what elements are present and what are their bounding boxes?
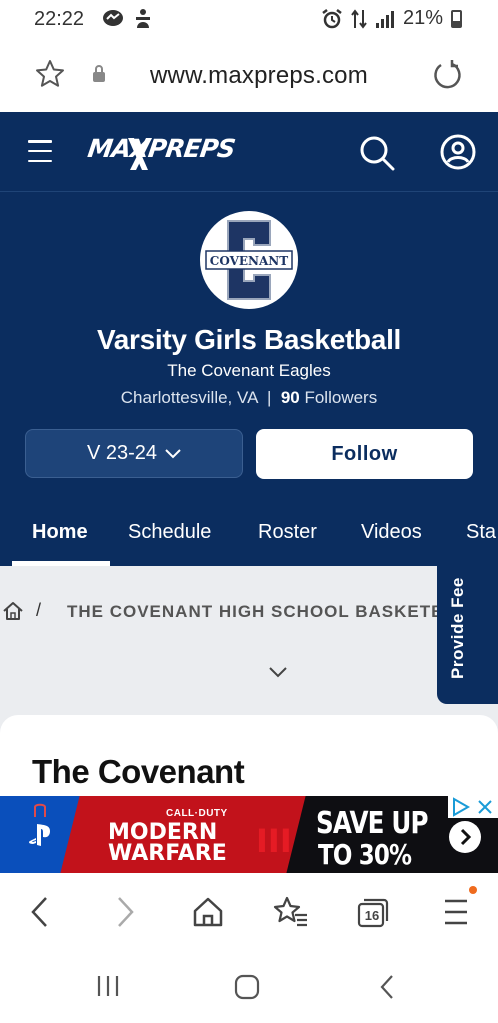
- account-icon[interactable]: [438, 132, 478, 172]
- home-breadcrumb-icon[interactable]: [2, 601, 24, 621]
- provide-feedback-tab[interactable]: Provide Fee: [437, 566, 498, 704]
- ad-brand-small: CALL·DUTY: [166, 808, 228, 819]
- chevron-down-icon[interactable]: [268, 666, 288, 678]
- ad-title-line2: WARFARE: [108, 841, 227, 866]
- tab-videos[interactable]: Videos: [361, 521, 422, 544]
- ad-choices-icon[interactable]: [450, 797, 472, 817]
- url-text[interactable]: www.maxpreps.com: [150, 62, 368, 90]
- maxpreps-logo[interactable]: MAXPREPS: [85, 132, 238, 174]
- team-location: Charlottesville, VA: [120, 388, 258, 407]
- url-bar: www.maxpreps.com: [0, 40, 498, 112]
- content-card: The Covenant: [0, 715, 498, 796]
- playstation-icon: [29, 824, 50, 846]
- team-title: Varsity Girls Basketball: [96, 324, 402, 355]
- team-logo-text: COVENANT: [210, 254, 288, 268]
- chevron-right-icon: [460, 828, 472, 846]
- status-right: 21%: [321, 7, 462, 30]
- ad-close-controls[interactable]: [448, 796, 498, 818]
- close-icon[interactable]: [475, 797, 495, 817]
- team-banner: COVENANT Varsity Girls Basketball The Co…: [0, 192, 498, 566]
- chevron-down-icon: [165, 448, 181, 458]
- bookmarks-icon[interactable]: [273, 895, 309, 929]
- ad-banner[interactable]: CALL·DUTY MODERN WARFARE III SAVE UP TO …: [0, 796, 498, 873]
- status-bar: 22:22 21%: [0, 0, 498, 40]
- tab-count: 16: [364, 908, 380, 923]
- battery-percent: 21%: [402, 7, 443, 29]
- breadcrumb[interactable]: THE COVENANT HIGH SCHOOL BASKETBALL: [67, 602, 480, 622]
- notification-dot: [469, 886, 477, 894]
- ad-title-numeral: III: [256, 822, 292, 860]
- meta-separator: |: [266, 388, 272, 407]
- back-icon[interactable]: [28, 895, 52, 929]
- signal-icon: [375, 10, 394, 28]
- logo-text: MAXPREPS: [85, 134, 237, 163]
- feedback-label: Provide Fee: [448, 577, 467, 679]
- recent-apps-icon[interactable]: [95, 973, 121, 999]
- card-title: The Covenant: [32, 753, 245, 790]
- tab-schedule[interactable]: Schedule: [128, 521, 211, 544]
- team-meta: Charlottesville, VA | 90 Followers: [0, 388, 498, 408]
- reload-icon[interactable]: [430, 58, 464, 92]
- ad-small-mark-icon: [34, 803, 46, 817]
- system-navigation-bar: [0, 953, 498, 1023]
- tabs-button[interactable]: 16: [356, 895, 390, 934]
- followers-count: 90: [280, 388, 300, 407]
- home-icon[interactable]: [191, 895, 225, 929]
- follow-button[interactable]: Follow: [256, 429, 473, 479]
- team-logo: COVENANT: [200, 211, 298, 309]
- accessibility-icon: [136, 9, 150, 28]
- season-label: V 23-24: [86, 442, 158, 464]
- messenger-icon: [103, 10, 123, 26]
- alarm-icon: [322, 8, 342, 28]
- menu-icon[interactable]: [443, 895, 469, 929]
- status-left-icons: [102, 8, 152, 30]
- status-time: 22:22: [34, 8, 85, 30]
- team-school[interactable]: The Covenant Eagles: [0, 361, 498, 381]
- site-header: MAXPREPS: [0, 112, 498, 192]
- browser-toolbar: 16: [0, 873, 498, 953]
- team-tabs: Home Schedule Roster Videos Sta: [0, 515, 498, 566]
- battery-icon: [451, 9, 462, 28]
- home-button-icon[interactable]: [233, 973, 261, 1001]
- ad-offer-line2: TO 30%: [318, 838, 412, 871]
- ad-offer-line1: SAVE UP: [316, 806, 429, 841]
- lock-icon[interactable]: [91, 64, 107, 84]
- tab-roster[interactable]: Roster: [258, 521, 317, 544]
- breadcrumb-separator: /: [36, 600, 42, 620]
- followers-label: Followers: [304, 388, 378, 407]
- covenant-c-logo: COVENANT: [205, 220, 293, 300]
- tab-home[interactable]: Home: [32, 521, 88, 544]
- system-back-icon[interactable]: [377, 973, 397, 1001]
- tab-stats[interactable]: Sta: [466, 521, 496, 544]
- season-selector[interactable]: V 23-24: [25, 429, 243, 478]
- ad-cta-arrow[interactable]: [449, 821, 481, 853]
- data-arrows-icon: [351, 8, 367, 29]
- page-content: / THE COVENANT HIGH SCHOOL BASKETBALL Pr…: [0, 566, 498, 796]
- bookmark-star-icon[interactable]: [34, 58, 66, 90]
- search-icon[interactable]: [358, 134, 396, 172]
- hamburger-menu-icon[interactable]: [28, 140, 52, 162]
- forward-icon[interactable]: [113, 895, 137, 929]
